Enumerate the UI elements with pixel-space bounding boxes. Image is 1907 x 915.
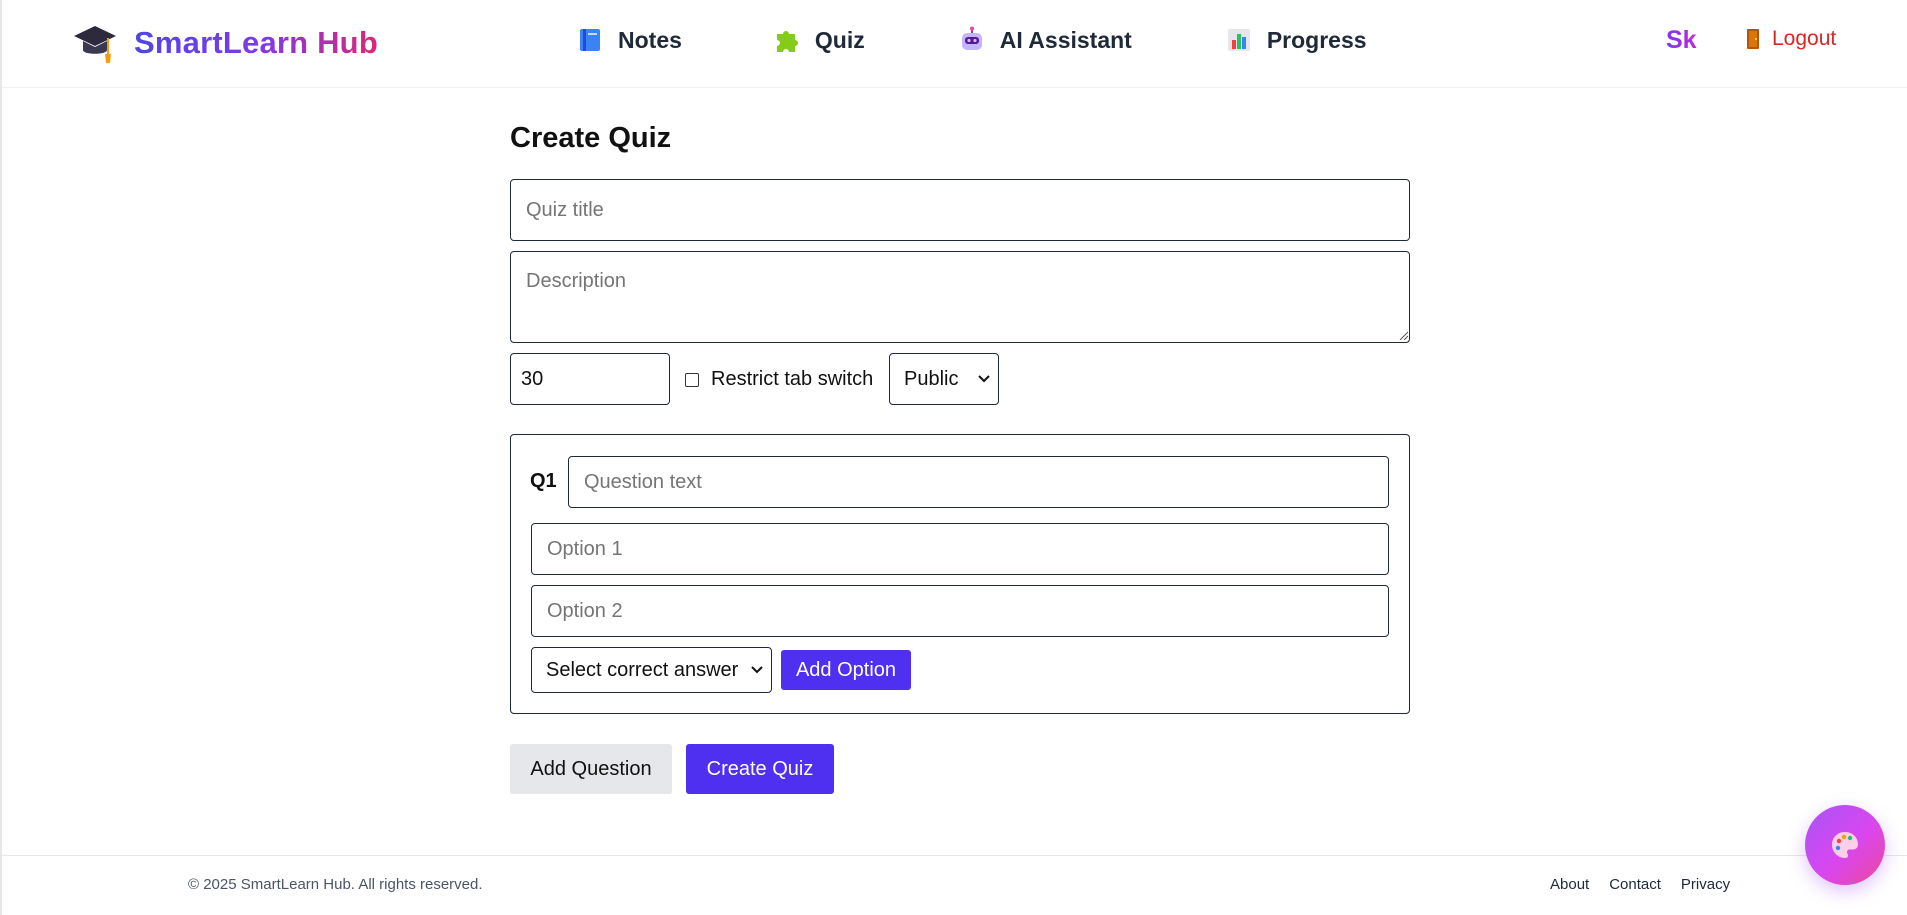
footer-link-about[interactable]: About [1550,876,1589,893]
bar-chart-icon [1227,29,1250,51]
logout-button[interactable]: Logout [1746,27,1836,51]
user-avatar-initials[interactable]: Sk [1666,26,1697,55]
question-text-input[interactable] [568,456,1389,508]
book-icon [580,29,600,51]
option-2-input[interactable] [531,585,1389,637]
nav-item-quiz[interactable]: Quiz [773,22,865,58]
theme-palette-button[interactable] [1805,805,1885,885]
visibility-select[interactable]: Public [889,353,999,405]
logout-label: Logout [1772,27,1837,50]
time-limit-input[interactable] [510,353,670,405]
nav-item-ai-assistant[interactable]: AI Assistant [958,22,1132,58]
restrict-tab-switch[interactable]: Restrict tab switch [685,368,873,391]
nav-item-label: Progress [1266,26,1367,53]
nav-item-label: Notes [618,26,682,53]
visibility-select-value: Public [904,367,959,390]
palette-icon [1832,832,1858,858]
quiz-title-input[interactable] [510,179,1410,241]
question-number-label: Q1 [530,470,557,492]
graduation-cap-icon [74,26,116,63]
door-icon [1747,29,1759,49]
nav-item-progress[interactable]: Progress [1225,22,1367,58]
footer-link-privacy[interactable]: Privacy [1681,876,1730,893]
restrict-tab-switch-label: Restrict tab switch [711,368,874,390]
option-1-input[interactable] [531,523,1389,575]
copyright-text: © 2025 SmartLearn Hub. All rights reserv… [188,876,483,893]
footer-link-contact[interactable]: Contact [1609,876,1661,893]
nav-item-notes[interactable]: Notes [576,22,682,58]
create-quiz-button[interactable]: Create Quiz [686,744,834,794]
restrict-tab-switch-checkbox[interactable] [685,372,699,387]
correct-answer-select[interactable]: Select correct answer [531,647,772,693]
add-question-button[interactable]: Add Question [510,744,672,794]
correct-answer-select-value: Select correct answer [546,658,739,681]
create-quiz-section: Create Quiz [510,118,1410,158]
footer-links: About Contact Privacy [1550,876,1730,893]
add-option-button[interactable]: Add Option [781,650,911,690]
top-navbar: SmartLearn Hub Notes Quiz AI Assistant P… [2,0,1907,88]
description-textarea[interactable] [510,251,1410,343]
page-title: Create Quiz [510,122,672,154]
nav-item-label: AI Assistant [999,26,1132,53]
robot-icon [961,26,982,50]
main-nav: Notes Quiz AI Assistant Progress [576,22,1367,58]
brand[interactable]: SmartLearn Hub [72,20,378,66]
puzzle-icon [776,31,798,52]
chevron-down-icon [978,375,990,383]
nav-item-label: Quiz [814,26,865,53]
chevron-down-icon [751,666,763,674]
brand-name: SmartLearn Hub [134,20,378,66]
footer: © 2025 SmartLearn Hub. All rights reserv… [2,855,1907,915]
